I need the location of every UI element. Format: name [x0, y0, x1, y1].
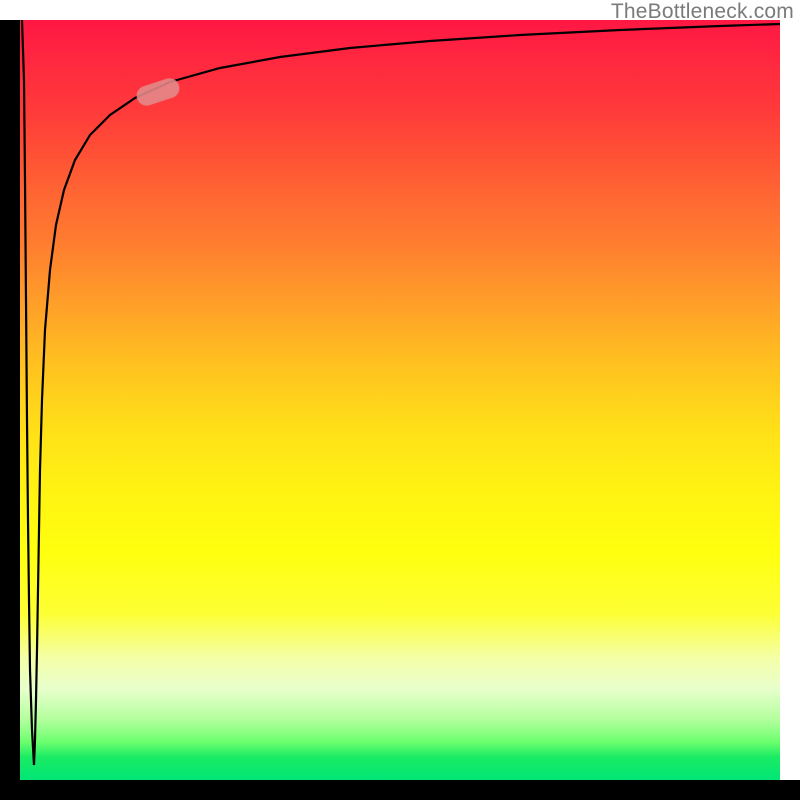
chart-canvas: TheBottleneck.com: [0, 0, 800, 800]
curve-layer: [20, 20, 780, 780]
x-axis: [0, 780, 800, 800]
y-axis: [0, 20, 20, 780]
plot-area: [20, 20, 780, 780]
watermark: TheBottleneck.com: [611, 0, 794, 24]
curve-left-down: [22, 20, 34, 765]
curve-main: [34, 24, 780, 765]
